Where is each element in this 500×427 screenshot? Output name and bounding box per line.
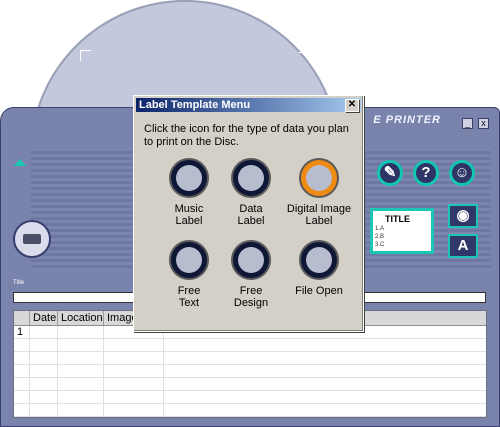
row-number-header bbox=[14, 311, 30, 325]
folder-open-icon[interactable] bbox=[299, 240, 339, 280]
option-label: Free bbox=[177, 285, 201, 297]
option-music-label[interactable]: Music Label bbox=[154, 158, 224, 227]
dialog-title: Label Template Menu bbox=[139, 99, 251, 111]
option-label: Free bbox=[239, 285, 263, 297]
preview-row: 3.C bbox=[375, 242, 385, 248]
title-field-label: Title bbox=[13, 280, 25, 286]
option-label: Music bbox=[174, 203, 204, 215]
option-free-design[interactable]: Free Design bbox=[216, 240, 286, 309]
app-title: E PRINTER bbox=[373, 114, 441, 126]
row-number: 1 bbox=[14, 326, 30, 338]
dialog-close-button[interactable]: ✕ bbox=[345, 99, 359, 112]
user-support-icon[interactable]: ☺ bbox=[449, 160, 475, 186]
table-row[interactable] bbox=[14, 391, 486, 404]
column-header-location[interactable]: Location bbox=[58, 311, 104, 325]
option-label: Text bbox=[178, 297, 200, 309]
option-label: Digital Image bbox=[286, 203, 352, 215]
eye-button[interactable]: ◉ bbox=[448, 204, 478, 228]
option-label: Design bbox=[233, 297, 269, 309]
data-icon[interactable] bbox=[231, 158, 271, 198]
option-label: Label bbox=[305, 215, 333, 227]
table-row[interactable] bbox=[14, 365, 486, 378]
option-file-open[interactable]: File Open bbox=[284, 240, 354, 297]
preview-title: TITLE bbox=[385, 214, 410, 224]
option-digital-image-label[interactable]: Digital Image Label bbox=[284, 158, 354, 227]
option-label: File Open bbox=[295, 285, 343, 297]
column-header-date[interactable]: Date bbox=[30, 311, 58, 325]
help-icon[interactable]: ? bbox=[413, 160, 439, 186]
table-row[interactable] bbox=[14, 352, 486, 365]
camera-icon[interactable] bbox=[299, 158, 339, 198]
dialog-titlebar: Label Template Menu ✕ bbox=[136, 98, 361, 112]
option-label: Data bbox=[239, 203, 263, 215]
preview-row: 1.A bbox=[375, 226, 385, 232]
option-label: Label bbox=[175, 215, 203, 227]
preview-row: 2.B bbox=[375, 234, 385, 240]
print-button[interactable] bbox=[13, 220, 51, 258]
design-icon[interactable] bbox=[231, 240, 271, 280]
option-free-text[interactable]: Free Text bbox=[154, 240, 224, 309]
dialog-instruction: Click the icon for the type of data you … bbox=[144, 123, 349, 148]
table-row[interactable] bbox=[14, 339, 486, 352]
scroll-up-arrow-icon[interactable] bbox=[14, 159, 26, 166]
option-label: Label bbox=[237, 215, 265, 227]
font-button[interactable]: A bbox=[448, 234, 478, 258]
wrench-icon[interactable]: ✎ bbox=[377, 160, 403, 186]
text-icon[interactable] bbox=[169, 240, 209, 280]
table-row[interactable] bbox=[14, 378, 486, 391]
music-note-icon[interactable] bbox=[169, 158, 209, 198]
close-button[interactable]: x bbox=[478, 118, 489, 129]
printer-icon bbox=[23, 234, 41, 244]
minimize-button[interactable]: _ bbox=[462, 118, 473, 129]
label-template-dialog: Label Template Menu ✕ Click the icon for… bbox=[133, 95, 364, 332]
table-row[interactable] bbox=[14, 404, 486, 417]
option-data-label[interactable]: Data Label bbox=[216, 158, 286, 227]
eye-icon: ◉ bbox=[456, 207, 470, 224]
label-preview: TITLE 1.A 2.B 3.C bbox=[370, 208, 434, 254]
